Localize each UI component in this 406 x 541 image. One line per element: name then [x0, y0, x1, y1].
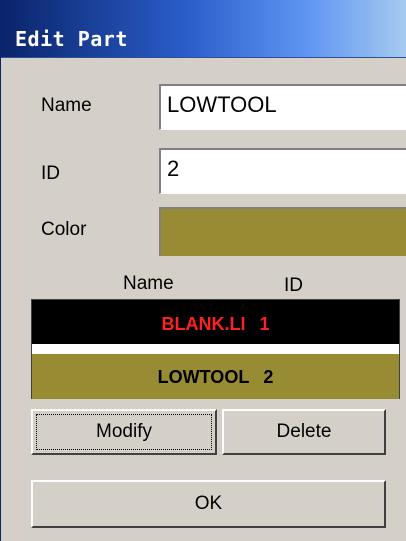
modify-button[interactable]: Modify: [31, 409, 217, 455]
color-label: Color: [41, 219, 87, 240]
list-item-id: 2: [263, 367, 274, 387]
id-input[interactable]: 2: [159, 148, 406, 194]
delete-button[interactable]: Delete: [222, 409, 386, 455]
list-item-name: LOWTOOL: [157, 367, 250, 387]
list-item-id: 1: [259, 314, 270, 334]
list-item[interactable]: LOWTOOL 2: [32, 353, 399, 399]
edit-part-dialog: Edit Part Name LOWTOOL ID 2 Color Name I…: [0, 0, 406, 541]
list-item-name: BLANK.LI: [161, 314, 246, 334]
column-header-name[interactable]: Name: [123, 273, 174, 295]
delete-button-label: Delete: [276, 421, 332, 442]
list-item[interactable]: BLANK.LI 1: [32, 300, 399, 344]
title-bar[interactable]: Edit Part: [1, 0, 406, 58]
id-label: ID: [41, 163, 60, 184]
window-title: Edit Part: [15, 27, 128, 51]
name-input[interactable]: LOWTOOL: [159, 84, 406, 130]
modify-button-label: Modify: [96, 421, 152, 442]
ok-button-label: OK: [194, 493, 223, 514]
color-swatch[interactable]: [159, 207, 406, 256]
column-header-id[interactable]: ID: [284, 275, 303, 297]
name-label: Name: [41, 95, 92, 116]
parts-list[interactable]: BLANK.LI 1 LOWTOOL 2: [31, 299, 400, 399]
ok-button[interactable]: OK: [31, 480, 386, 528]
